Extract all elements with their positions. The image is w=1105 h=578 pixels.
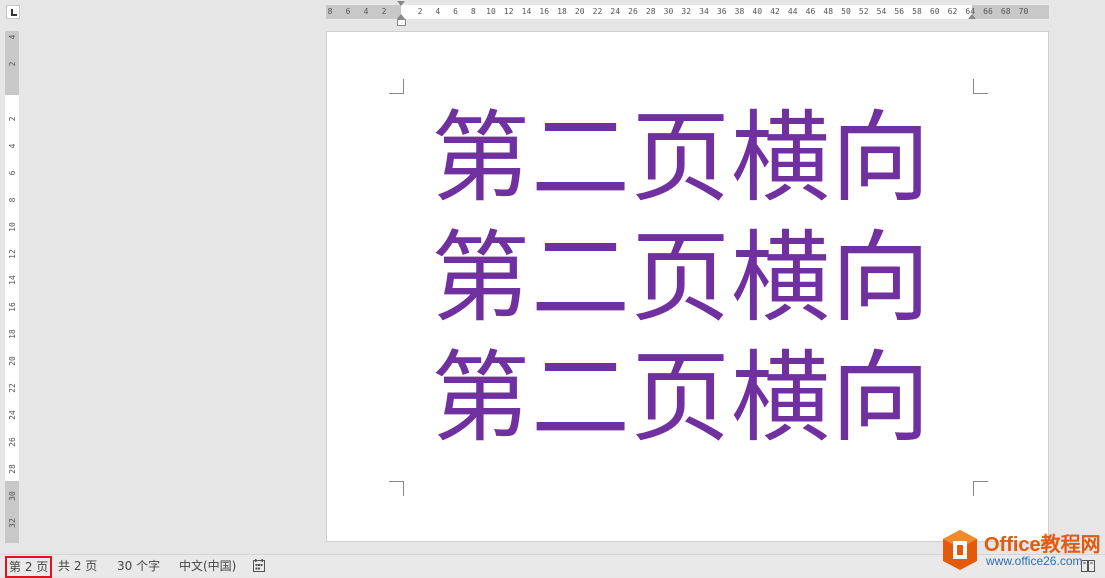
watermark: Office教程网 www.office26.com — [940, 527, 1105, 573]
ruler-tick-label: 52 — [858, 7, 869, 16]
ruler-tick-label: 56 — [894, 7, 905, 16]
ruler-tick-label: 18 — [557, 7, 567, 16]
ruler-tick-label: 8 — [470, 7, 476, 16]
ruler-tick-label: 32 — [8, 517, 17, 528]
ruler-tick-label: 30 — [663, 7, 674, 16]
word-count[interactable]: 30 个字 — [117, 558, 160, 574]
left-indent-marker[interactable] — [397, 19, 406, 26]
watermark-url: www.office26.com — [986, 554, 1083, 568]
ruler-tick-label: 6 — [453, 7, 458, 16]
ruler-tick-label: 46 — [805, 7, 816, 16]
crop-mark-bottom-left — [389, 481, 404, 496]
ruler-tick-label: 14 — [521, 7, 532, 16]
ruler-tick-label: 70 — [1018, 7, 1029, 16]
watermark-title: Office教程网 — [984, 534, 1101, 556]
ruler-tick-label: 16 — [539, 7, 550, 16]
office-logo-icon — [943, 530, 977, 570]
ruler-tick-label: 18 — [8, 329, 17, 340]
document-text-line[interactable]: 第二页横向 — [431, 229, 951, 329]
ruler-tick-label: 4 — [435, 7, 441, 16]
crop-mark-bottom-right — [973, 481, 988, 496]
ruler-tick-label: 2 — [417, 7, 423, 16]
tab-stop-selector[interactable] — [6, 5, 20, 19]
ruler-tick-label: 30 — [8, 490, 17, 501]
ruler-tick-label: 10 — [486, 7, 496, 16]
ruler-tick-label: 44 — [787, 7, 798, 16]
ruler-tick-label: 8 — [8, 197, 17, 203]
ruler-tick-label: 22 — [592, 7, 603, 16]
ruler-tick-label: 2 — [8, 116, 17, 122]
crop-mark-top-right — [973, 79, 988, 94]
document-text-line[interactable]: 第二页横向 — [431, 349, 951, 449]
ruler-tick-label: 4 — [8, 143, 17, 149]
language-indicator[interactable]: 中文(中国) — [179, 558, 236, 574]
ruler-tick-label: 66 — [983, 7, 993, 16]
document-page[interactable]: 第二页横向 第二页横向 第二页横向 — [326, 31, 1049, 542]
ruler-tick-label: 28 — [645, 7, 656, 16]
macro-recording-icon[interactable] — [253, 559, 265, 572]
ruler-tick-label: 50 — [841, 7, 851, 16]
vertical-ruler[interactable]: 4 2 2 4 6 8 10 12 14 16 18 20 22 24 26 28 30 32 — [5, 31, 19, 543]
ruler-tick-label: 16 — [8, 302, 17, 313]
right-indent-marker[interactable] — [968, 14, 976, 19]
ruler-tick-label: 36 — [716, 7, 727, 16]
horizontal-ruler[interactable]: 8 6 4 2 2 4 6 8 10 12 14 16 18 20 22 24 26 28 30 32 34 36 38 40… — [326, 1, 1049, 26]
ruler-tick-label: 20 — [574, 7, 585, 16]
ruler-tick-label: 22 — [8, 383, 17, 393]
crop-mark-top-left — [389, 79, 404, 94]
total-pages: 共 2 页 — [58, 559, 98, 573]
ruler-tick-label: 4 — [8, 34, 17, 40]
ruler-tick-label: 2 — [381, 7, 387, 16]
ruler-tick-label: 12 — [503, 7, 514, 16]
ruler-tick-label: 58 — [912, 7, 922, 16]
ruler-tick-label: 6 — [345, 7, 351, 16]
ruler-tick-label: 62 — [947, 7, 958, 16]
ruler-tick-label: 38 — [734, 7, 745, 16]
ruler-tick-label: 20 — [8, 356, 17, 366]
ruler-tick-label: 24 — [8, 410, 17, 420]
ruler-tick-label: 24 — [610, 7, 621, 16]
ruler-tick-label: 42 — [770, 7, 780, 16]
ruler-tick-label: 60 — [929, 7, 940, 16]
ruler-tick-label: 26 — [628, 7, 638, 16]
ruler-tick-label: 2 — [8, 61, 17, 67]
ruler-tick-label: 6 — [8, 170, 17, 176]
ruler-tick-label: 34 — [699, 7, 709, 16]
ruler-tick-label: 10 — [8, 221, 17, 232]
document-text-line[interactable]: 第二页横向 — [431, 109, 951, 209]
ruler-tick-label: 32 — [681, 7, 692, 16]
ruler-tick-label: 8 — [327, 7, 333, 16]
ruler-tick-label: 68 — [1000, 7, 1011, 16]
ruler-tick-label: 54 — [876, 7, 887, 16]
ruler-tick-label: 14 — [8, 275, 17, 286]
ruler-tick-label: 26 — [8, 436, 17, 447]
page-number-indicator[interactable]: 第 2 页 — [5, 556, 53, 578]
ruler-tick-label: 4 — [363, 7, 369, 16]
first-line-indent-marker[interactable] — [397, 1, 405, 6]
ruler-tick-label: 48 — [823, 7, 834, 16]
ruler-tick-label: 40 — [752, 7, 763, 16]
ruler-tick-label: 12 — [8, 248, 17, 259]
ruler-tick-label: 28 — [8, 463, 17, 474]
